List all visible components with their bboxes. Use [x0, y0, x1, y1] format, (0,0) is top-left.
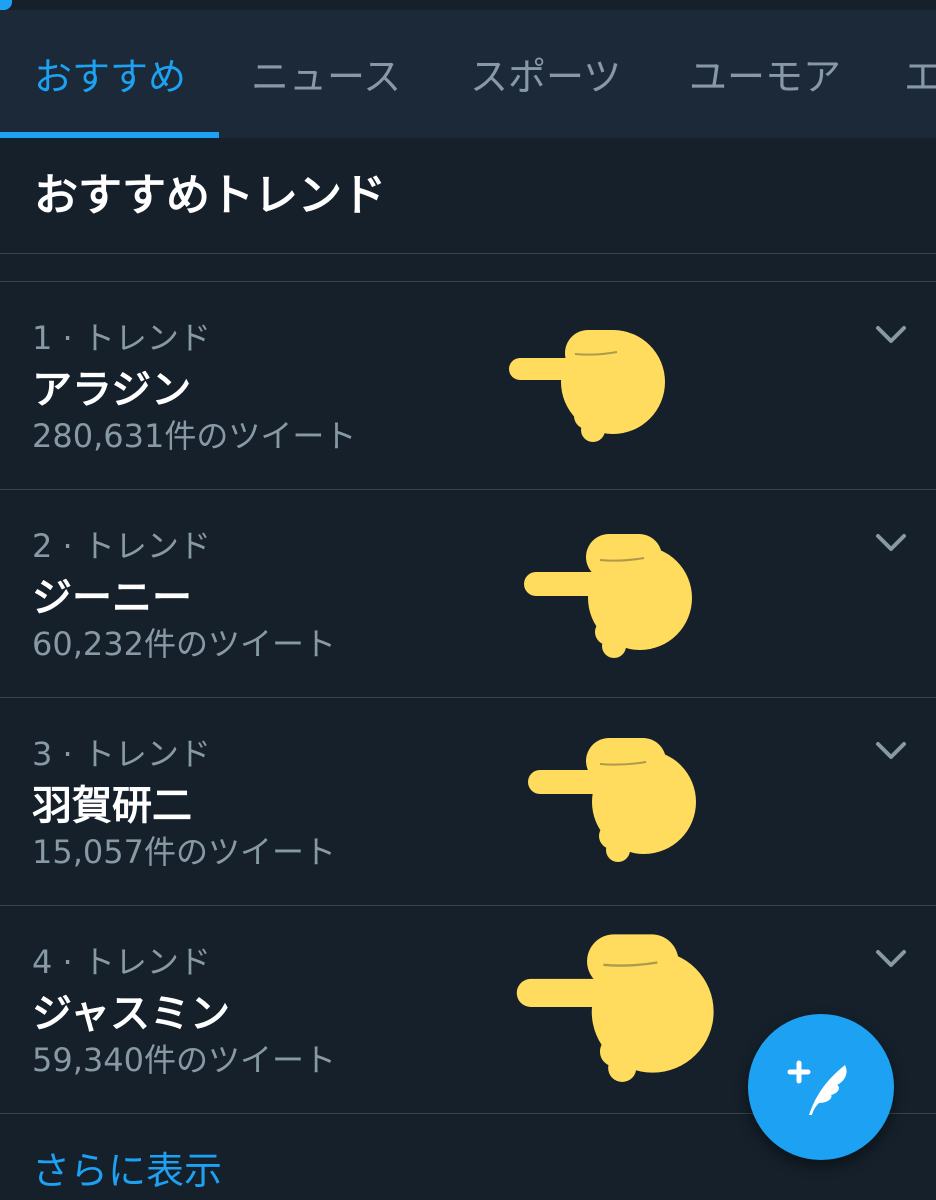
trend-tweet-count: 60,232件のツイート	[32, 625, 336, 663]
tab-entertainment[interactable]: エ	[904, 52, 936, 102]
pointing-hand-icon	[509, 330, 665, 442]
trend-name: ジーニー	[32, 575, 192, 621]
compose-tweet-button[interactable]	[748, 1014, 894, 1160]
trend-name: アラジン	[32, 367, 192, 413]
tab-recommended[interactable]: おすすめ	[34, 52, 186, 102]
status-bar-accent	[0, 0, 12, 10]
trend-rank: 4 · トレンド	[32, 943, 211, 981]
chevron-down-icon[interactable]	[872, 736, 910, 764]
trend-item[interactable]: 1 · トレンド アラジン 280,631件のツイート	[0, 282, 936, 489]
explore-tab-bar: おすすめ ニュース スポーツ ユーモア エ	[0, 10, 936, 138]
trend-tweet-count: 15,057件のツイート	[32, 833, 336, 871]
chevron-down-icon[interactable]	[872, 944, 910, 972]
trend-item[interactable]: 2 · トレンド ジーニー 60,232件のツイート	[0, 490, 936, 697]
status-bar-sliver	[0, 0, 936, 10]
tab-news[interactable]: ニュース	[251, 52, 401, 102]
section-divider	[0, 253, 936, 254]
trend-rank: 1 · トレンド	[32, 319, 211, 357]
trend-tweet-count: 59,340件のツイート	[32, 1041, 336, 1079]
pointing-hand-icon	[524, 534, 692, 658]
trend-rank: 3 · トレンド	[32, 735, 211, 773]
chevron-down-icon[interactable]	[872, 320, 910, 348]
trend-rank: 2 · トレンド	[32, 527, 211, 565]
trend-name: 羽賀研二	[32, 783, 192, 829]
show-more-link[interactable]: さらに表示	[32, 1146, 222, 1196]
tab-sports[interactable]: スポーツ	[470, 52, 621, 102]
trend-tweet-count: 280,631件のツイート	[32, 417, 357, 455]
trend-name: ジャスミン	[32, 991, 230, 1037]
active-tab-indicator	[0, 132, 219, 138]
section-title: おすすめトレンド	[34, 170, 386, 221]
compose-tweet-icon	[787, 1060, 847, 1115]
pointing-hand-icon	[516, 934, 714, 1082]
chevron-down-icon[interactable]	[872, 528, 910, 556]
pointing-hand-icon	[528, 738, 696, 862]
tab-humor[interactable]: ユーモア	[689, 52, 841, 102]
trend-item[interactable]: 3 · トレンド 羽賀研二 15,057件のツイート	[0, 698, 936, 905]
